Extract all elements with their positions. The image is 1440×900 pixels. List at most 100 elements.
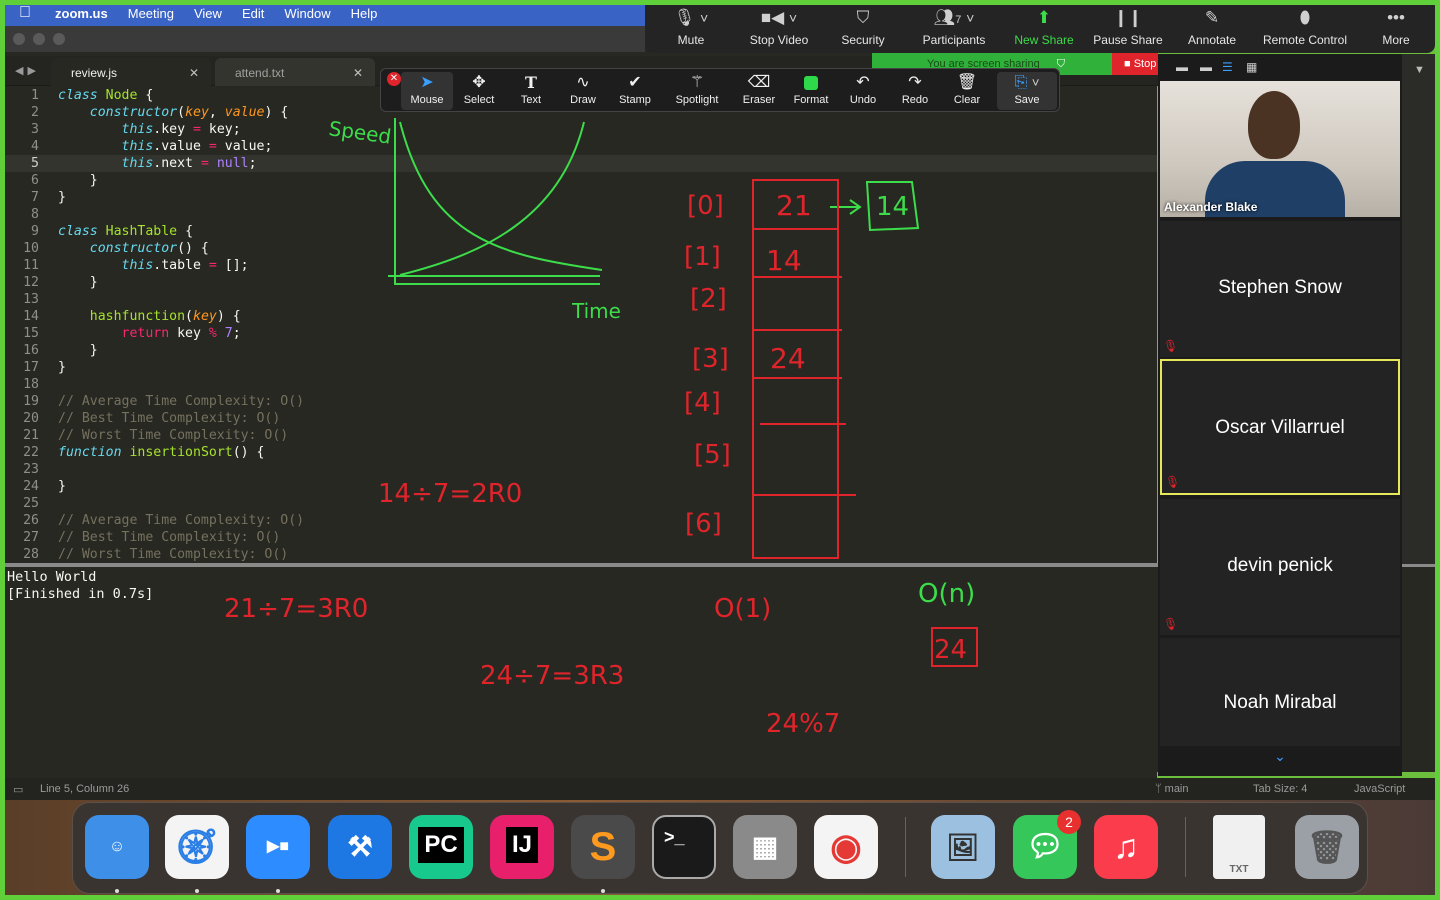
menu-view[interactable]: View	[184, 6, 232, 21]
code-line[interactable]: 10 constructor() {	[5, 240, 1157, 257]
stop-share-button[interactable]: ■ Stop	[1112, 53, 1158, 75]
annotate-eraser-button[interactable]: ⌫ Eraser	[733, 72, 785, 110]
code-line[interactable]: 3 this.key = key;	[5, 121, 1157, 138]
annotate-spotlight-button[interactable]: ⚚ Spotlight	[663, 72, 731, 110]
strip-view-icon[interactable]: ☰	[1222, 60, 1233, 74]
participant-tile[interactable]: Noah Mirabal	[1160, 638, 1400, 746]
speaker-view-icon[interactable]: ▬	[1200, 60, 1212, 74]
preview-icon[interactable]: 🖼︎	[931, 815, 995, 879]
line-number: 5	[31, 156, 39, 171]
calculator-icon[interactable]: ▦	[733, 815, 797, 879]
participant-video[interactable]: Alexander Blake	[1160, 81, 1400, 217]
code-line[interactable]: 27 // Best Time Complexity: O()	[5, 529, 1157, 546]
code-line[interactable]: 7}	[5, 189, 1157, 206]
trash-icon[interactable]: 🗑︎	[1295, 815, 1359, 879]
line-number: 9	[31, 224, 39, 239]
code-editor[interactable]: 1 class Node {2 constructor(key, value) {…	[5, 86, 1157, 564]
code-line[interactable]: 22 function insertionSort() {	[5, 444, 1157, 461]
line-number: 27	[23, 530, 39, 545]
annotate-mouse-button[interactable]: ➤ Mouse	[401, 72, 453, 110]
annotate-save-button[interactable]: ⎘ ˅ Save	[997, 72, 1057, 110]
menu-window[interactable]: Window	[274, 6, 340, 21]
participant-tile[interactable]: devin penick 🎙︎	[1160, 499, 1400, 635]
sublime-text-icon[interactable]: S	[571, 815, 635, 879]
new-share-button[interactable]: ⬆ New Share	[1011, 3, 1077, 53]
code-line[interactable]: 6 }	[5, 172, 1157, 189]
finder-icon[interactable]: ☺	[85, 815, 149, 879]
participants-button[interactable]: 👥︎7 ˅ Participants	[915, 3, 993, 53]
tab-attend-txt[interactable]: attend.txt ✕	[215, 58, 375, 86]
annotate-redo-button[interactable]: ↷ Redo	[889, 72, 941, 110]
pause-share-button[interactable]: ❙❙ Pause Share	[1091, 3, 1165, 53]
scroll-down-chevron-icon[interactable]: ⌄	[1158, 748, 1402, 776]
annotate-text-button[interactable]: T Text	[505, 72, 557, 110]
code-line[interactable]: 14 hashfunction(key) {	[5, 308, 1157, 325]
participant-tile[interactable]: Stephen Snow 🎙︎	[1160, 221, 1400, 357]
zoom-window-button[interactable]	[53, 33, 65, 45]
tab-size[interactable]: Tab Size: 4	[1253, 783, 1307, 795]
close-window-button[interactable]	[13, 33, 25, 45]
menu-edit[interactable]: Edit	[232, 6, 274, 21]
annotate-draw-button[interactable]: ∿ Draw	[557, 72, 609, 110]
security-button[interactable]: ⛉ Security	[835, 3, 891, 53]
minimize-window-button[interactable]	[33, 33, 45, 45]
minimize-icon[interactable]: ▬	[1176, 60, 1188, 74]
code-line[interactable]: 21 // Worst Time Complexity: O()	[5, 427, 1157, 444]
more-button[interactable]: ••• More	[1375, 3, 1417, 53]
code-line[interactable]: 16 }	[5, 342, 1157, 359]
grid-view-icon[interactable]: ▦	[1246, 60, 1257, 74]
annotate-label: Stamp	[619, 94, 651, 106]
apple-icon[interactable]: 	[5, 4, 45, 22]
code-line[interactable]: 26 // Average Time Complexity: O()	[5, 512, 1157, 529]
code-line[interactable]: 11 this.table = [];	[5, 257, 1157, 274]
code-line[interactable]: 20 // Best Time Complexity: O()	[5, 410, 1157, 427]
annotate-undo-button[interactable]: ↶ Undo	[837, 72, 889, 110]
safari-icon[interactable]: 🧭︎	[165, 815, 229, 879]
syntax-mode[interactable]: JavaScript	[1354, 783, 1405, 795]
mute-button[interactable]: 🎙︎ ˅ Mute	[663, 3, 719, 53]
xcode-icon[interactable]: ⚒	[328, 815, 392, 879]
code-line[interactable]: 18	[5, 376, 1157, 393]
tab-close-icon[interactable]: ✕	[189, 66, 199, 80]
menu-help[interactable]: Help	[341, 6, 388, 21]
txt-file-icon[interactable]: TXT	[1213, 815, 1265, 879]
intellij-icon[interactable]: IJ	[490, 815, 554, 879]
annotate-stamp-button[interactable]: ✔ Stamp	[609, 72, 661, 110]
menu-meeting[interactable]: Meeting	[118, 6, 184, 21]
code-line[interactable]: 19 // Average Time Complexity: O()	[5, 393, 1157, 410]
code-line[interactable]: 12 }	[5, 274, 1157, 291]
code-line[interactable]: 5 this.next = null;	[5, 155, 1157, 172]
participant-tile-active[interactable]: Oscar Villarruel 🎙︎	[1160, 359, 1400, 495]
stop-video-button[interactable]: ■◀ ˅ Stop Video	[741, 3, 817, 53]
code-line[interactable]: 17}	[5, 359, 1157, 376]
code-line[interactable]: 8	[5, 206, 1157, 223]
remote-control-button[interactable]: ⬮ Remote Control	[1257, 3, 1353, 53]
pycharm-icon[interactable]: PC	[409, 815, 473, 879]
tab-close-icon[interactable]: ✕	[353, 66, 363, 80]
code-line[interactable]: 24}	[5, 478, 1157, 495]
panel-toggle-icon[interactable]: ▭	[13, 783, 23, 796]
code-line[interactable]: 9 class HashTable {	[5, 223, 1157, 240]
annotate-format-button[interactable]: Format	[785, 72, 837, 110]
zoom-icon[interactable]: ▶■	[246, 815, 310, 879]
music-icon[interactable]: ♫	[1094, 815, 1158, 879]
menu-app-zoom[interactable]: zoom.us	[45, 6, 118, 21]
chrome-icon[interactable]: ◉	[814, 815, 878, 879]
code-line[interactable]: 25	[5, 495, 1157, 512]
annotate-clear-button[interactable]: 🗑︎ Clear	[941, 72, 993, 110]
annotate-button[interactable]: ✎ Annotate	[1183, 3, 1241, 53]
git-branch[interactable]: ᛘ main	[1155, 783, 1189, 795]
code-line[interactable]: 28 // Worst Time Complexity: O()	[5, 546, 1157, 563]
code-line[interactable]: 23	[5, 461, 1157, 478]
line-number: 3	[31, 122, 39, 137]
color-swatch-icon	[785, 72, 837, 94]
code-line[interactable]: 13	[5, 291, 1157, 308]
annotate-select-button[interactable]: ✥ Select	[453, 72, 505, 110]
code-line[interactable]: 15 return key % 7;	[5, 325, 1157, 342]
nav-arrows-icon[interactable]: ◀▶	[15, 64, 40, 77]
chevron-down-icon[interactable]: ▼	[1414, 64, 1425, 76]
terminal-icon[interactable]: >_	[652, 815, 716, 879]
close-annotation-icon[interactable]: ✕	[387, 72, 401, 86]
code-line[interactable]: 4 this.value = value;	[5, 138, 1157, 155]
tab-review-js[interactable]: review.js ✕	[51, 58, 211, 86]
